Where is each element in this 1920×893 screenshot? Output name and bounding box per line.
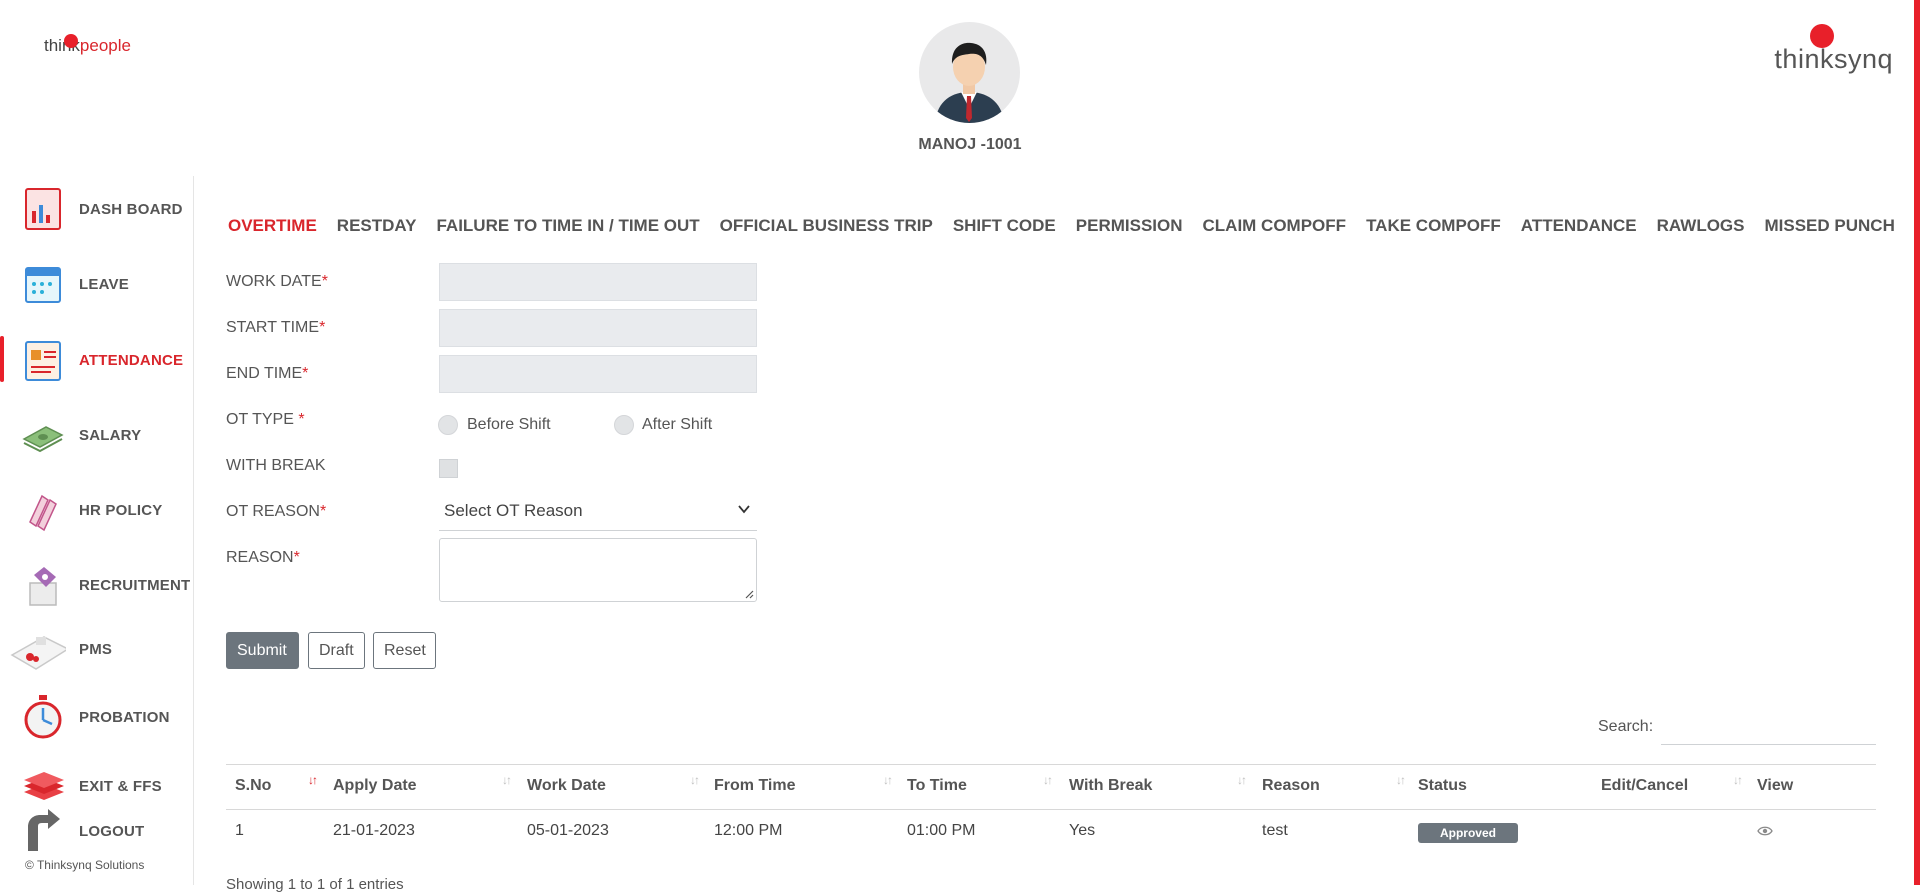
sidebar-item-attendance[interactable]: ATTENDANCE (0, 330, 194, 390)
attendance-icon (22, 336, 64, 384)
policy-icon (22, 486, 64, 534)
sidebar-item-hr-policy[interactable]: HR POLICY (0, 480, 194, 540)
recruitment-icon (22, 561, 64, 609)
tab-shift-code[interactable]: SHIFT CODE (953, 216, 1056, 236)
tab-restday[interactable]: RESTDAY (337, 216, 417, 236)
ot-reason-label: OT REASON* (226, 503, 327, 520)
sidebar-item-recruitment[interactable]: RECRUITMENT (0, 555, 194, 615)
user-name: MANOJ -1001 (918, 136, 1022, 153)
sidebar-item-leave[interactable]: LEAVE (0, 254, 194, 314)
column-header-edit-cancel[interactable]: Edit/Cancel (1601, 777, 1688, 795)
sidebar-item-dashboard[interactable]: DASH BOARD (0, 179, 194, 239)
column-header-view[interactable]: View (1757, 777, 1793, 795)
ot-reason-select[interactable]: Select OT Reason (439, 493, 757, 531)
avatar (919, 22, 1020, 123)
logout-icon (22, 807, 64, 855)
tab-missed-punch[interactable]: MISSED PUNCH (1765, 216, 1895, 236)
column-header-with-break[interactable]: With Break (1069, 777, 1152, 795)
resize-handle-icon[interactable] (744, 589, 754, 599)
money-icon (22, 411, 64, 459)
stopwatch-icon (22, 693, 64, 741)
column-header-status[interactable]: Status (1418, 777, 1467, 795)
calendar-icon (22, 260, 64, 308)
sidebar-item-probation[interactable]: PROBATION (0, 687, 194, 747)
sort-icon[interactable]: ↓↑ (1733, 773, 1743, 787)
copyright-text: © Thinksynq Solutions (25, 858, 145, 872)
start-time-label: START TIME* (226, 319, 326, 336)
reset-button[interactable]: Reset (373, 632, 436, 669)
with-break-checkbox[interactable] (439, 459, 458, 478)
table-header-top-border (226, 764, 1876, 765)
ot-reason-selected-value: Select OT Reason (444, 501, 583, 520)
reason-label: REASON* (226, 549, 300, 566)
pms-icon (10, 625, 70, 673)
tab-attendance[interactable]: ATTENDANCE (1521, 216, 1637, 236)
table-cell-with-break: Yes (1069, 822, 1096, 839)
table-cell-apply-date: 21-01-2023 (333, 822, 415, 839)
column-header-from-time[interactable]: From Time (714, 777, 796, 795)
thinkpeople-logo: thinkpeople (44, 34, 131, 55)
draft-button[interactable]: Draft (308, 632, 365, 669)
tab-rawlogs[interactable]: RAWLOGS (1657, 216, 1745, 236)
thinksynq-logo: thinksynq (1774, 24, 1893, 75)
sort-icon[interactable]: ↓↑ (1396, 773, 1406, 787)
sidebar-item-pms[interactable]: PMS (0, 619, 194, 679)
sort-icon[interactable]: ↓↑ (1043, 773, 1053, 787)
table-cell-to-time: 01:00 PM (907, 822, 976, 839)
column-header-reason[interactable]: Reason (1262, 777, 1320, 795)
sort-icon[interactable]: ↓↑ (308, 773, 318, 787)
sidebar-item-salary[interactable]: SALARY (0, 405, 194, 465)
table-cell-sno: 1 (235, 822, 244, 839)
end-time-field[interactable] (439, 355, 757, 393)
tab-overtime[interactable]: OVERTIME (228, 216, 317, 236)
before-shift-label: Before Shift (467, 416, 551, 433)
search-input[interactable] (1661, 709, 1876, 745)
tab-claim-compoff[interactable]: CLAIM COMPOFF (1203, 216, 1347, 236)
eye-icon[interactable] (1757, 824, 1773, 842)
before-shift-radio[interactable] (438, 415, 458, 435)
sort-icon[interactable]: ↓↑ (502, 773, 512, 787)
reason-textarea[interactable] (439, 538, 757, 602)
tab-take-compoff[interactable]: TAKE COMPOFF (1366, 216, 1501, 236)
tab-official-business-trip[interactable]: OFFICIAL BUSINESS TRIP (720, 216, 933, 236)
tab-failure-to-time-in-out[interactable]: FAILURE TO TIME IN / TIME OUT (436, 216, 699, 236)
table-cell-work-date: 05-01-2023 (527, 822, 609, 839)
start-time-field[interactable] (439, 309, 757, 347)
work-date-field[interactable] (439, 263, 757, 301)
column-header-to-time[interactable]: To Time (907, 777, 967, 795)
table-header-bottom-border (226, 809, 1876, 810)
sort-icon[interactable]: ↓↑ (883, 773, 893, 787)
column-header-sno[interactable]: S.No (235, 777, 271, 795)
column-header-work-date[interactable]: Work Date (527, 777, 606, 795)
right-accent-bar (1914, 0, 1920, 885)
column-header-apply-date[interactable]: Apply Date (333, 777, 417, 795)
end-time-label: END TIME* (226, 365, 309, 382)
tab-permission[interactable]: PERMISSION (1076, 216, 1183, 236)
status-badge: Approved (1418, 823, 1518, 843)
chevron-down-icon (737, 502, 751, 519)
table-cell-reason: test (1262, 822, 1288, 839)
work-date-label: WORK DATE* (226, 273, 328, 290)
search-label: Search: (1598, 718, 1654, 735)
dashboard-icon (22, 185, 64, 233)
after-shift-radio[interactable] (614, 415, 634, 435)
ot-type-label: OT TYPE * (226, 411, 305, 428)
sidebar-item-logout[interactable]: LOGOUT (0, 801, 194, 861)
with-break-label: WITH BREAK (226, 457, 326, 474)
submit-button[interactable]: Submit (226, 632, 299, 669)
sort-icon[interactable]: ↓↑ (1237, 773, 1247, 787)
table-cell-from-time: 12:00 PM (714, 822, 783, 839)
sort-icon[interactable]: ↓↑ (690, 773, 700, 787)
after-shift-label: After Shift (642, 416, 713, 433)
tab-bar: OVERTIME RESTDAY FAILURE TO TIME IN / TI… (228, 216, 1895, 236)
